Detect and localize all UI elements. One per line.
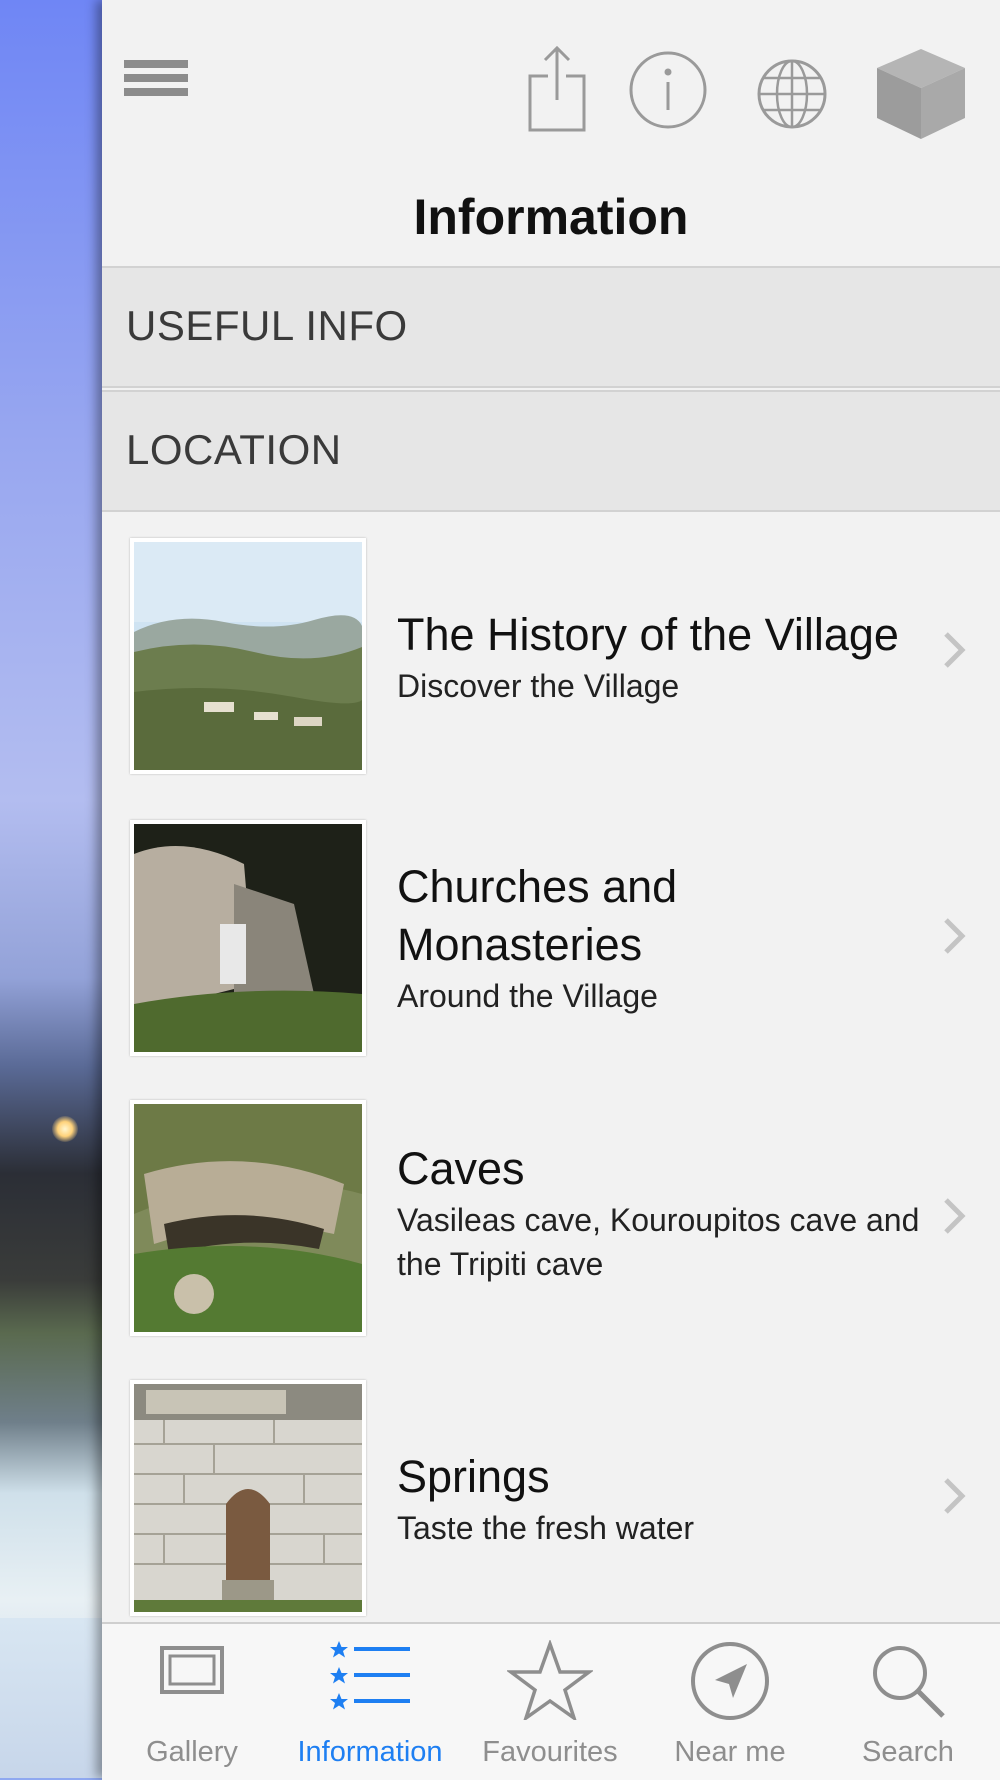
tab-gallery[interactable]: Gallery <box>104 1624 280 1780</box>
item-subtitle: Discover the Village <box>397 668 680 704</box>
item-subtitle: Taste the fresh water <box>397 1510 695 1546</box>
tab-label: Near me <box>674 1736 786 1768</box>
menu-icon[interactable] <box>124 60 188 100</box>
tab-search[interactable]: Search <box>820 1624 996 1780</box>
tab-favourites[interactable]: Favourites <box>462 1624 638 1780</box>
tab-label: Gallery <box>146 1736 238 1768</box>
tab-near-me[interactable]: Near me <box>642 1624 818 1780</box>
gallery-icon <box>160 1646 224 1694</box>
list-item-history[interactable]: The History of the Village Discover the … <box>102 538 1000 818</box>
top-bar: Information <box>102 0 1000 266</box>
search-icon <box>873 1646 945 1718</box>
share-icon[interactable] <box>526 44 588 134</box>
lamp-light <box>52 1116 78 1142</box>
star-icon <box>507 1640 593 1720</box>
thumbnail-spring <box>130 1380 366 1616</box>
section-label: USEFUL INFO <box>126 302 408 349</box>
background-image <box>0 0 102 1778</box>
thumbnail-cave <box>130 1100 366 1336</box>
item-title: Churches and Monasteries <box>397 861 678 970</box>
tab-information[interactable]: Information <box>282 1624 458 1780</box>
chevron-right-icon <box>944 1198 966 1234</box>
chevron-right-icon <box>944 1478 966 1514</box>
tab-label: Search <box>862 1736 954 1768</box>
cube-icon[interactable] <box>874 46 968 142</box>
compass-icon <box>691 1642 769 1720</box>
globe-icon[interactable] <box>756 58 828 130</box>
item-title: Caves <box>397 1143 525 1194</box>
list-item-springs[interactable]: Springs Taste the fresh water <box>102 1380 1000 1660</box>
page-title: Information <box>413 189 689 245</box>
section-useful-info[interactable]: USEFUL INFO <box>102 266 1000 388</box>
item-subtitle: Around the Village <box>397 978 658 1014</box>
tab-bar: Gallery Information Favourites Near me S… <box>102 1622 1000 1780</box>
list-item-caves[interactable]: Caves Vasileas cave, Kouroupitos cave an… <box>102 1100 1000 1380</box>
chevron-right-icon <box>944 918 966 954</box>
tab-label: Favourites <box>482 1736 618 1768</box>
item-title: Springs <box>397 1451 550 1502</box>
side-panel: Information USEFUL INFO LOCATION The His… <box>102 0 1000 1780</box>
thumbnail-church <box>130 820 366 1056</box>
list-item-churches[interactable]: Churches and Monasteries Around the Vill… <box>102 820 1000 1100</box>
list-icon <box>330 1641 410 1710</box>
info-icon[interactable] <box>628 50 708 130</box>
section-location[interactable]: LOCATION <box>102 390 1000 512</box>
tab-label: Information <box>297 1736 443 1768</box>
pool-area <box>0 1618 102 1778</box>
item-title: The History of the Village <box>397 609 899 660</box>
item-subtitle: Vasileas cave, Kouroupitos cave and the … <box>397 1202 920 1282</box>
chevron-right-icon <box>944 632 966 668</box>
section-label: LOCATION <box>126 426 342 473</box>
thumbnail-village <box>130 538 366 774</box>
